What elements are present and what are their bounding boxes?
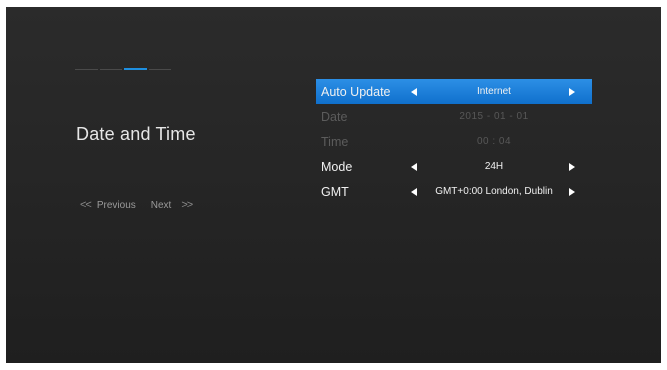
triangle-left-icon[interactable] (411, 87, 417, 96)
setting-row-gmt[interactable]: GMT GMT+0:00 London, Dublin (316, 179, 592, 204)
setting-row-mode[interactable]: Mode 24H (316, 154, 592, 179)
tv-screen: Date and Time << Previous Next >> Auto U… (6, 7, 661, 363)
setting-label: Time (321, 134, 349, 149)
setting-value: 2015 - 01 - 01 (459, 111, 529, 122)
triangle-right-icon[interactable] (569, 187, 575, 196)
progress-segment-3-active (124, 68, 147, 70)
triangle-right-icon[interactable] (569, 162, 575, 171)
setting-value: Internet (477, 86, 511, 97)
next-button[interactable]: Next (151, 200, 172, 211)
triangle-left-icon[interactable] (411, 187, 417, 196)
setting-row-auto-update[interactable]: Auto Update Internet (316, 79, 592, 104)
triangle-right-icon[interactable] (569, 87, 575, 96)
progress-segment-2 (99, 69, 122, 70)
setting-row-time: Time 00 : 04 (316, 129, 592, 154)
previous-chevron-icon[interactable]: << (80, 199, 92, 211)
next-chevron-icon[interactable]: >> (181, 199, 193, 211)
progress-segment-4 (148, 69, 171, 70)
setting-label: Mode (321, 159, 353, 174)
setting-value: 24H (484, 161, 504, 172)
setting-row-date: Date 2015 - 01 - 01 (316, 104, 592, 129)
previous-button[interactable]: Previous (97, 200, 136, 211)
progress-segment-1 (75, 69, 98, 70)
triangle-left-icon[interactable] (411, 162, 417, 171)
wizard-navigation: << Previous Next >> (80, 199, 193, 211)
setting-label: GMT (321, 184, 349, 199)
setting-value: GMT+0:00 London, Dublin (435, 186, 553, 197)
setting-label: Auto Update (321, 84, 391, 99)
date-time-settings-list: Auto Update Internet Date 2015 - 01 - 01… (316, 79, 592, 204)
setting-label: Date (321, 109, 348, 124)
setup-progress-indicator (75, 68, 171, 70)
setting-value: 00 : 04 (476, 136, 512, 147)
page-title: Date and Time (76, 124, 196, 144)
